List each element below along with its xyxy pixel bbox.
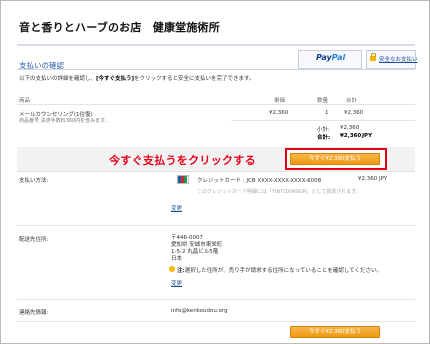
pay-now-button-bottom[interactable]: 今すぐ¥2,360支払う	[290, 326, 380, 338]
subtotal-label: 小計:	[317, 127, 330, 133]
item-qty: 1	[325, 110, 329, 116]
item-total: ¥2,360	[344, 110, 364, 116]
total-currency: JPY	[362, 133, 373, 139]
footer-divider	[17, 321, 415, 322]
payment-divider	[17, 171, 415, 172]
paypal-logo-pay: Pay	[316, 53, 332, 62]
header-item: 商品	[19, 98, 31, 104]
payment-method-label: 支払い方法:	[19, 178, 49, 184]
item-price: ¥2,360	[269, 110, 289, 116]
jcb-card-icon	[177, 175, 189, 184]
subtotal-value: ¥2,360	[340, 125, 360, 131]
header-total: 合計	[346, 98, 358, 104]
header-qty: 数量	[317, 98, 329, 104]
warning-label: 注:	[177, 268, 185, 274]
address-country: 日本	[171, 256, 183, 262]
shipping-warning: 注:選択した住所が、売り手が請求する住所になっていることを確認してください。	[177, 266, 382, 274]
shipping-address-label: 配送先住所:	[19, 237, 49, 243]
click-instruction-annotation: 今すぐ支払うをクリックする	[109, 154, 256, 167]
card-details: クレジットカード : JCB XXXX-XXXX-XXXX-6008	[197, 178, 322, 184]
contact-divider	[17, 299, 415, 300]
header-price: 単価	[274, 98, 286, 104]
subtotal-divider	[231, 120, 415, 121]
shipping-divider	[17, 225, 415, 226]
checkout-page: 音と香りとハーブのお店 健康堂施術所 PayPal 安全なお支払い 支払いの確認…	[0, 0, 430, 344]
intro-text: 以下の支払いの詳細を確認し、[今すぐ支払う]をクリックすると安全に支払いを完了で…	[19, 74, 255, 82]
paypal-logo: PayPal	[316, 53, 345, 62]
shop-title: 音と香りとハーブのお店 健康堂施術所	[19, 21, 220, 34]
intro-suffix: をクリックすると安全に支払いを完了できます。	[134, 76, 255, 82]
pay-now-button[interactable]: 今すぐ¥2,360支払う	[290, 153, 380, 165]
total-value: ¥2,360	[340, 133, 362, 139]
contact-email: info@kenkoudou.org	[171, 308, 228, 314]
table-head-divider	[17, 104, 415, 105]
change-address-link[interactable]: 変更	[171, 279, 182, 287]
total-label: 合計:	[317, 135, 331, 141]
section-divider	[17, 69, 415, 70]
intro-bold: [今すぐ支払う]	[96, 76, 135, 82]
lock-icon	[370, 53, 376, 61]
warning-icon	[169, 266, 175, 272]
change-payment-link[interactable]: 変更	[171, 204, 182, 212]
paypal-logo-pal: Pal	[331, 53, 346, 62]
header-divider	[17, 44, 415, 46]
item-description: 商品番号 決済手数料360円を含みます。	[19, 118, 110, 124]
secure-payment-link[interactable]: 安全なお支払い	[379, 55, 418, 63]
payment-amount: ¥2,360 JPY	[358, 176, 388, 182]
warning-text: 選択した住所が、売り手が請求する住所になっていることを確認してください。	[184, 268, 382, 274]
card-statement-note: このクレジットカード明細には「YINTOXIANGR」として請求されます。	[197, 189, 361, 195]
intro-prefix: 以下の支払いの詳細を確認し、	[19, 76, 97, 82]
contact-info-label: 連絡先情報:	[19, 310, 49, 316]
